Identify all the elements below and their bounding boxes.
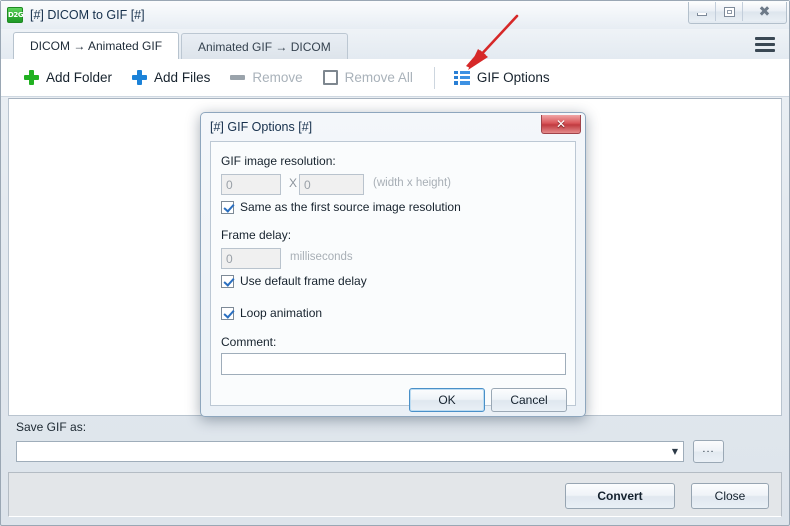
list-icon — [453, 70, 470, 85]
title-bar: D2G [#] DICOM to GIF [#] — [1, 1, 789, 29]
gif-options-dialog: [#] GIF Options [#] ✕ GIF image resoluti… — [200, 112, 586, 417]
hamburger-menu-icon[interactable] — [753, 34, 777, 54]
comment-label: Comment: — [221, 335, 277, 349]
resolution-separator: X — [289, 176, 298, 190]
toolbar: Add Folder Add Files Remove Remove All G… — [1, 59, 789, 97]
frame-delay-unit: milliseconds — [290, 251, 353, 263]
save-gif-section: Save GIF as: ▼ ... — [8, 420, 782, 468]
footer-bar: Convert Close — [8, 472, 782, 517]
close-button[interactable]: ✖ — [743, 2, 786, 21]
gif-options-label: GIF Options — [476, 70, 550, 85]
loop-animation-checkbox-row[interactable]: Loop animation — [221, 306, 322, 320]
dialog-close-button[interactable]: ✕ — [541, 115, 581, 134]
minimize-icon — [697, 12, 707, 16]
dialog-title: [#] GIF Options [#] — [210, 119, 313, 134]
save-path-combobox[interactable]: ▼ — [16, 441, 684, 462]
dialog-ok-button[interactable]: OK — [409, 388, 485, 412]
save-gif-label: Save GIF as: — [16, 420, 87, 434]
save-path-input[interactable] — [20, 442, 667, 461]
tab-dicom-to-gif-label: DICOM → Animated GIF — [30, 39, 163, 53]
loop-animation-checkbox[interactable] — [221, 306, 234, 320]
resolution-width-input[interactable] — [221, 174, 281, 195]
use-default-delay-label: Use default frame delay — [240, 274, 367, 288]
close-icon: ✖ — [758, 3, 771, 20]
loop-animation-label: Loop animation — [240, 306, 323, 320]
tab-dicom-to-gif[interactable]: DICOM → Animated GIF — [13, 32, 180, 59]
add-folder-button[interactable]: Add Folder — [15, 64, 121, 92]
hamburger-bar-2 — [755, 42, 775, 46]
convert-button[interactable]: Convert — [565, 483, 675, 509]
application-window: D2G [#] DICOM to GIF [#] ✖ DICOM → Anima… — [0, 0, 790, 526]
empty-square-icon — [322, 70, 338, 85]
resolution-height-input[interactable] — [299, 174, 364, 195]
same-as-source-label: Same as the first source image resolutio… — [240, 200, 461, 214]
window-title: [#] DICOM to GIF [#] — [30, 8, 145, 22]
tab-gif-to-dicom[interactable]: Animated GIF → DICOM — [181, 33, 348, 59]
add-folder-label: Add Folder — [46, 70, 113, 85]
minimize-button[interactable] — [689, 2, 716, 21]
dialog-title-bar: [#] GIF Options [#] — [201, 113, 585, 140]
tab-strip: DICOM → Animated GIF Animated GIF → DICO… — [1, 29, 789, 59]
remove-label: Remove — [252, 70, 303, 85]
use-default-delay-checkbox[interactable] — [221, 274, 234, 288]
resolution-hint: (width x height) — [373, 177, 451, 189]
toolbar-separator — [433, 66, 435, 89]
add-files-button[interactable]: Add Files — [123, 64, 219, 92]
frame-delay-input[interactable] — [221, 248, 281, 269]
add-files-label: Add Files — [154, 70, 211, 85]
dialog-cancel-button[interactable]: Cancel — [491, 388, 567, 412]
tab-gif-to-dicom-label: Animated GIF → DICOM — [198, 39, 331, 54]
use-default-delay-checkbox-row[interactable]: Use default frame delay — [221, 274, 367, 288]
d2g-app-icon: D2G — [7, 7, 24, 23]
save-gif-row: ▼ ... — [16, 440, 724, 463]
tab-list: DICOM → Animated GIF Animated GIF → DICO… — [13, 32, 350, 59]
plus-blue-icon — [132, 70, 148, 85]
maximize-button[interactable] — [716, 2, 743, 21]
plus-green-icon — [24, 70, 39, 85]
remove-all-button: Remove All — [314, 64, 422, 92]
browse-button[interactable]: ... — [693, 440, 724, 463]
resolution-label: GIF image resolution: — [221, 154, 336, 168]
chevron-down-icon[interactable]: ▼ — [667, 442, 683, 461]
remove-all-label: Remove All — [344, 70, 413, 85]
comment-input[interactable] — [221, 353, 566, 375]
maximize-icon — [723, 6, 735, 17]
same-as-source-checkbox[interactable] — [221, 200, 234, 214]
minus-icon — [230, 75, 246, 80]
remove-button: Remove — [221, 64, 311, 92]
frame-delay-label: Frame delay: — [221, 228, 292, 242]
window-controls: ✖ — [688, 2, 787, 24]
gif-options-button[interactable]: GIF Options — [445, 64, 559, 92]
close-app-button[interactable]: Close — [691, 483, 769, 509]
same-as-source-checkbox-row[interactable]: Same as the first source image resolutio… — [221, 200, 461, 214]
hamburger-bar-3 — [755, 48, 775, 52]
dialog-body: GIF image resolution: X (width x height)… — [210, 141, 576, 412]
hamburger-bar-1 — [755, 36, 775, 40]
